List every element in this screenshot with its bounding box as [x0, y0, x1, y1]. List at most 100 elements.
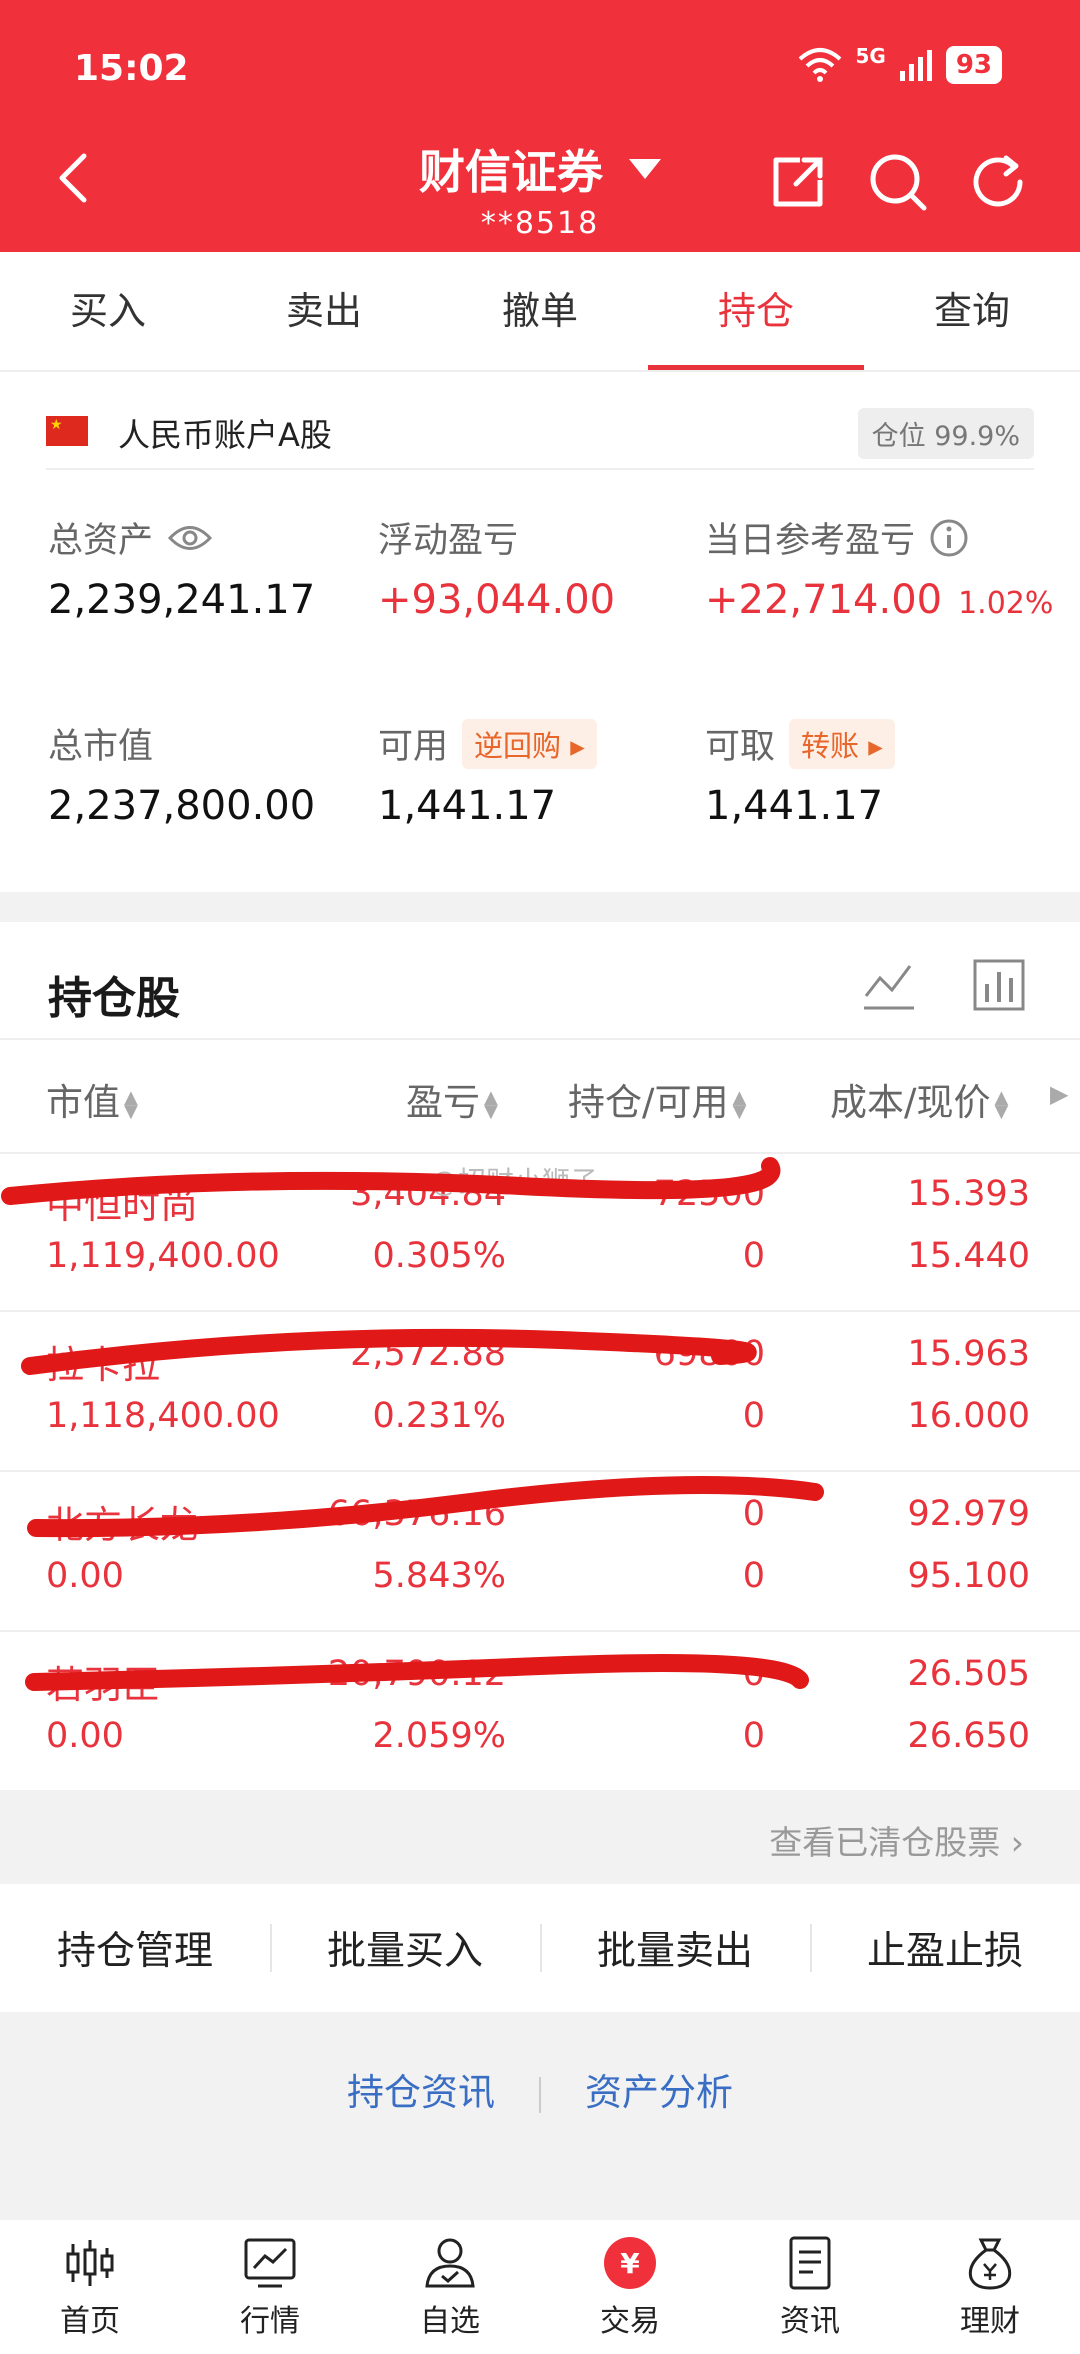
stop-profit-loss-button[interactable]: 止盈止损 [810, 1920, 1080, 1976]
market-value-label: 总市值 [48, 727, 154, 767]
eye-icon[interactable] [167, 523, 213, 553]
floating-pl-label: 浮动盈亏 [378, 521, 519, 561]
cleared-stocks-bar: 查看已清仓股票 › [0, 1790, 1080, 1882]
available-qty: 0 [742, 1236, 765, 1276]
holdings-section: 持仓股 市值 ▲ ▼ 盈亏 ▲ ▼ 持仓/可用 ▲ ▼ 成本/现价 ▲ ▼ ▶ 中恒时尚 3,4… [0, 922, 1080, 1792]
tab-sell[interactable]: 卖出 [216, 252, 432, 370]
cost-price: 26.505 [907, 1654, 1030, 1694]
current-price: 95.100 [907, 1556, 1030, 1596]
transfer-button[interactable]: 转账 ▸ [789, 718, 895, 769]
pl-amount: 20,790.12 [327, 1654, 506, 1694]
metric-total-assets: 总资产 2,239,241.17 [48, 512, 315, 623]
cost-price: 15.963 [907, 1334, 1030, 1374]
tab-buy[interactable]: 买入 [0, 252, 216, 370]
metric-floating-pl: 浮动盈亏 +93,044.00 [378, 512, 615, 623]
pl-amount: 66,376.16 [327, 1494, 506, 1534]
available-qty: 0 [742, 1556, 765, 1596]
nav-market[interactable]: 行情 [180, 2220, 360, 2354]
china-flag-icon [46, 416, 88, 446]
position-qty: 0 [742, 1654, 765, 1694]
pl-percent: 5.843% [372, 1556, 506, 1596]
daily-pl-pct: 1.02% [958, 586, 1054, 621]
pl-percent: 0.231% [372, 1396, 506, 1436]
account-summary: 人民币账户A股 仓位 99.9% 总资产 2,239,241.17 浮动盈亏 +… [0, 372, 1080, 892]
table-row[interactable]: 北方长龙 66,376.16 0 92.979 0.00 5.843% 0 95… [0, 1472, 1080, 1632]
cost-price: 15.393 [907, 1174, 1030, 1214]
stock-name: 拉卡拉 [46, 1343, 161, 1387]
table-row[interactable]: 拉卡拉 2,572.88 69800 15.963 1,118,400.00 0… [0, 1312, 1080, 1472]
nav-wealth[interactable]: 理财 [900, 2220, 1080, 2354]
share-icon[interactable] [766, 150, 830, 214]
holdings-news-link[interactable]: 持仓资讯 [347, 2071, 495, 2114]
nav-trade[interactable]: ¥ 交易 [540, 2220, 720, 2354]
divider [539, 2076, 541, 2113]
manage-holdings-button[interactable]: 持仓管理 [0, 1920, 270, 1976]
nav-label: 自选 [420, 2304, 480, 2339]
sort-icon: ▲ ▼ [994, 1086, 1009, 1122]
search-icon[interactable] [866, 150, 930, 214]
position-qty: 72500 [653, 1174, 765, 1214]
market-value-value: 2,237,800.00 [48, 783, 316, 829]
info-icon[interactable] [929, 518, 969, 558]
column-market-value[interactable]: 市值 ▲ ▼ [46, 1072, 138, 1126]
daily-pl-label: 当日参考盈亏 [705, 521, 916, 561]
batch-sell-button[interactable]: 批量卖出 [540, 1920, 810, 1976]
column-cost-price[interactable]: 成本/现价 ▲ ▼ [830, 1072, 1008, 1126]
stock-name: 中恒时尚 [46, 1183, 199, 1227]
yuan-icon: ¥ [604, 2237, 656, 2289]
metric-market-value: 总市值 2,237,800.00 [48, 718, 315, 829]
table-row[interactable]: 中恒时尚 3,404.84 72500 15.393 1,119,400.00 … [0, 1152, 1080, 1312]
nav-label: 行情 [240, 2304, 300, 2339]
nav-news[interactable]: 资讯 [720, 2220, 900, 2354]
status-icons: 5G 93 [797, 44, 1002, 84]
wifi-icon [799, 48, 842, 82]
holdings-column-header: 市值 ▲ ▼ 盈亏 ▲ ▼ 持仓/可用 ▲ ▼ 成本/现价 ▲ ▼ ▶ [0, 1038, 1080, 1154]
position-qty: 69800 [653, 1334, 765, 1374]
nav-watchlist[interactable]: 自选 [360, 2220, 540, 2354]
candlestick-icon [66, 2240, 114, 2286]
withdrawable-value: 1,441.17 [705, 783, 884, 829]
sort-icon: ▲ ▼ [484, 1086, 498, 1122]
floating-pl-value: +93,044.00 [378, 577, 616, 623]
network-label: 5G [855, 44, 886, 68]
available-qty: 0 [742, 1396, 765, 1436]
nav-home[interactable]: 首页 [0, 2220, 180, 2354]
refresh-icon[interactable] [966, 150, 1030, 214]
metric-available: 可用 逆回购 ▸ 1,441.17 [378, 718, 597, 829]
document-icon [789, 2236, 831, 2290]
line-chart-icon[interactable] [860, 956, 918, 1014]
svg-text:¥: ¥ [620, 2247, 640, 2280]
nav-bar: 财信证券 **8518 [0, 130, 1080, 241]
column-position[interactable]: 持仓/可用 ▲ ▼ [568, 1072, 746, 1126]
money-bag-icon [968, 2238, 1012, 2290]
holdings-actions: 持仓管理 批量买入 批量卖出 止盈止损 [0, 1884, 1080, 2012]
daily-pl-value: +22,714.00 [705, 577, 943, 623]
table-row[interactable]: 若羽臣 20,790.12 0 26.505 0.00 2.059% 0 26.… [0, 1632, 1080, 1792]
account-row: 人民币账户A股 仓位 99.9% [46, 396, 1034, 470]
status-time: 15:02 [74, 48, 189, 89]
metric-withdrawable: 可取 转账 ▸ 1,441.17 [705, 718, 895, 829]
caret-down-icon [629, 159, 661, 179]
scroll-right-icon[interactable]: ▶ [1050, 1080, 1068, 1108]
column-pl[interactable]: 盈亏 ▲ ▼ [406, 1072, 498, 1126]
reverse-repo-button[interactable]: 逆回购 ▸ [462, 718, 597, 769]
sort-icon: ▲ ▼ [124, 1086, 138, 1122]
position-ratio-badge: 仓位 99.9% [857, 408, 1034, 459]
battery-level: 93 [945, 46, 1002, 84]
cost-price: 92.979 [907, 1494, 1030, 1534]
market-chart-icon [244, 2238, 296, 2288]
stock-name: 北方长龙 [46, 1503, 199, 1547]
tab-holdings[interactable]: 持仓 [648, 252, 864, 370]
batch-buy-button[interactable]: 批量买入 [270, 1920, 540, 1976]
asset-analysis-link[interactable]: 资产分析 [585, 2071, 733, 2114]
tab-cancel[interactable]: 撤单 [432, 252, 648, 370]
stock-name: 若羽臣 [46, 1663, 161, 1707]
tab-query[interactable]: 查询 [864, 252, 1080, 370]
withdrawable-label: 可取 [705, 727, 776, 767]
nav-label: 资讯 [780, 2304, 840, 2339]
bar-chart-icon[interactable] [970, 956, 1028, 1014]
cleared-stocks-link[interactable]: 查看已清仓股票 › [769, 1816, 1024, 1864]
chevron-right-icon: › [1010, 1823, 1024, 1862]
metric-daily-pl: 当日参考盈亏 +22,714.00 1.02% [705, 512, 1053, 623]
holdings-title: 持仓股 [48, 973, 180, 1024]
